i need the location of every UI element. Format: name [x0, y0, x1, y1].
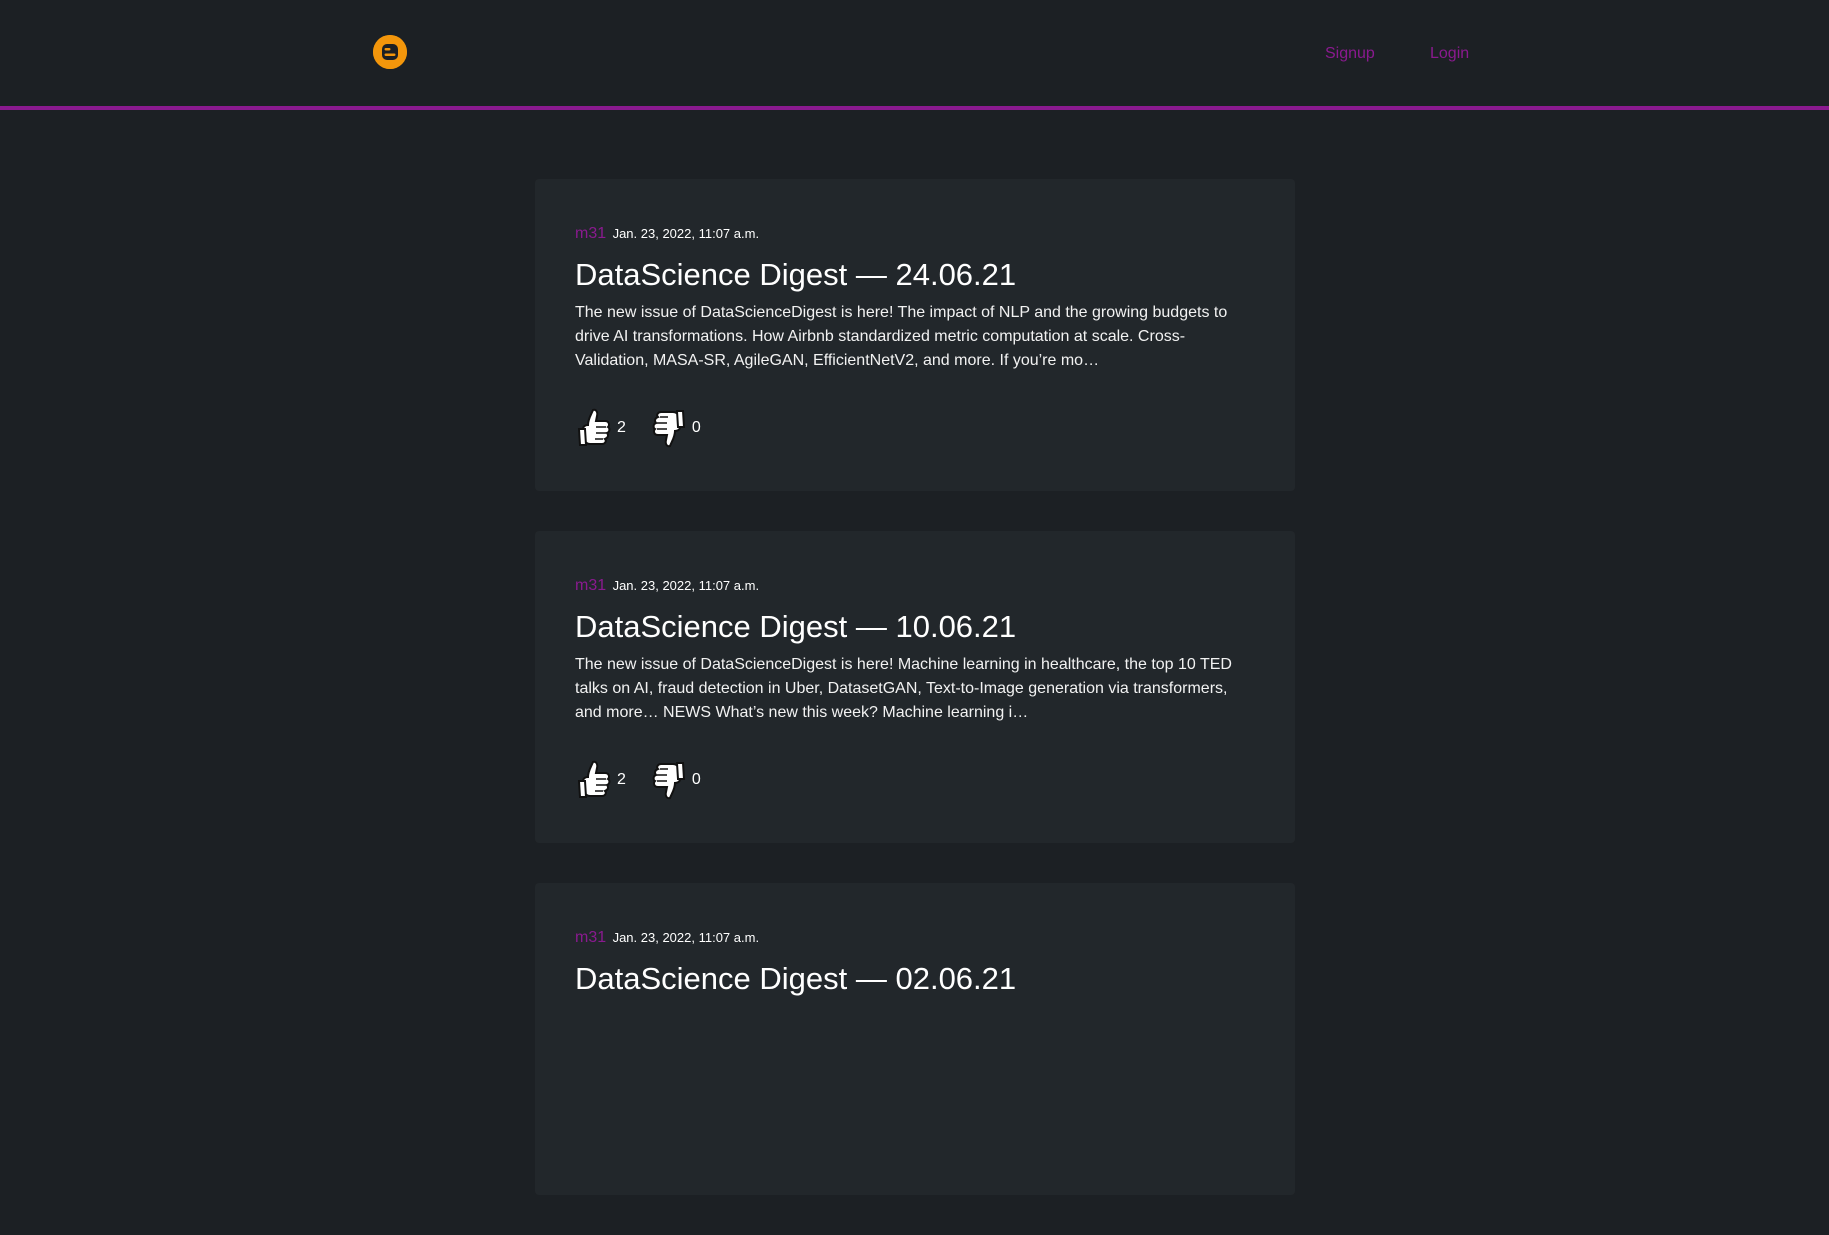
- post-title[interactable]: DataScience Digest — 02.06.21: [575, 961, 1255, 997]
- dislike-count: 0: [691, 419, 701, 436]
- like-button[interactable]: 2: [575, 759, 626, 801]
- post-date: Jan. 23, 2022, 11:07 a.m.: [612, 578, 760, 593]
- post-author-link[interactable]: m31: [575, 929, 606, 946]
- post-date: Jan. 23, 2022, 11:07 a.m.: [612, 930, 760, 945]
- thumbs-down-icon: [652, 762, 685, 800]
- thumbs-up-icon: [577, 760, 611, 798]
- blogger-logo-icon[interactable]: [373, 35, 407, 69]
- post-title[interactable]: DataScience Digest — 24.06.21: [575, 257, 1255, 293]
- post-feed: m31 Jan. 23, 2022, 11:07 a.m. DataScienc…: [535, 179, 1295, 1235]
- vote-bar: 2 0: [575, 407, 725, 449]
- post-meta: m31 Jan. 23, 2022, 11:07 a.m.: [575, 927, 1255, 949]
- post-meta: m31 Jan. 23, 2022, 11:07 a.m.: [575, 575, 1255, 597]
- vote-bar: 2 0: [575, 759, 725, 801]
- signup-link[interactable]: Signup: [1325, 45, 1375, 63]
- top-navbar: Signup Login: [0, 0, 1829, 110]
- post-excerpt: The new issue of DataScienceDigest is he…: [575, 304, 1228, 369]
- thumbs-up-icon: [577, 408, 611, 446]
- like-count: 2: [617, 771, 626, 788]
- dislike-button[interactable]: 0: [650, 407, 701, 449]
- thumbs-down-icon: [652, 410, 685, 448]
- post-title[interactable]: DataScience Digest — 10.06.21: [575, 609, 1255, 645]
- dislike-count: 0: [691, 771, 701, 788]
- like-count: 2: [617, 419, 626, 436]
- post-meta: m31 Jan. 23, 2022, 11:07 a.m.: [575, 223, 1255, 245]
- like-button[interactable]: 2: [575, 407, 626, 449]
- post-author-link[interactable]: m31: [575, 225, 606, 242]
- post-card: m31 Jan. 23, 2022, 11:07 a.m. DataScienc…: [535, 883, 1295, 1195]
- post-card: m31 Jan. 23, 2022, 11:07 a.m. DataScienc…: [535, 179, 1295, 491]
- login-link[interactable]: Login: [1430, 45, 1469, 63]
- post-author-link[interactable]: m31: [575, 577, 606, 594]
- post-excerpt: The new issue of DataScienceDigest is he…: [575, 656, 1232, 721]
- post-card: m31 Jan. 23, 2022, 11:07 a.m. DataScienc…: [535, 531, 1295, 843]
- post-date: Jan. 23, 2022, 11:07 a.m.: [612, 226, 760, 241]
- dislike-button[interactable]: 0: [650, 759, 701, 801]
